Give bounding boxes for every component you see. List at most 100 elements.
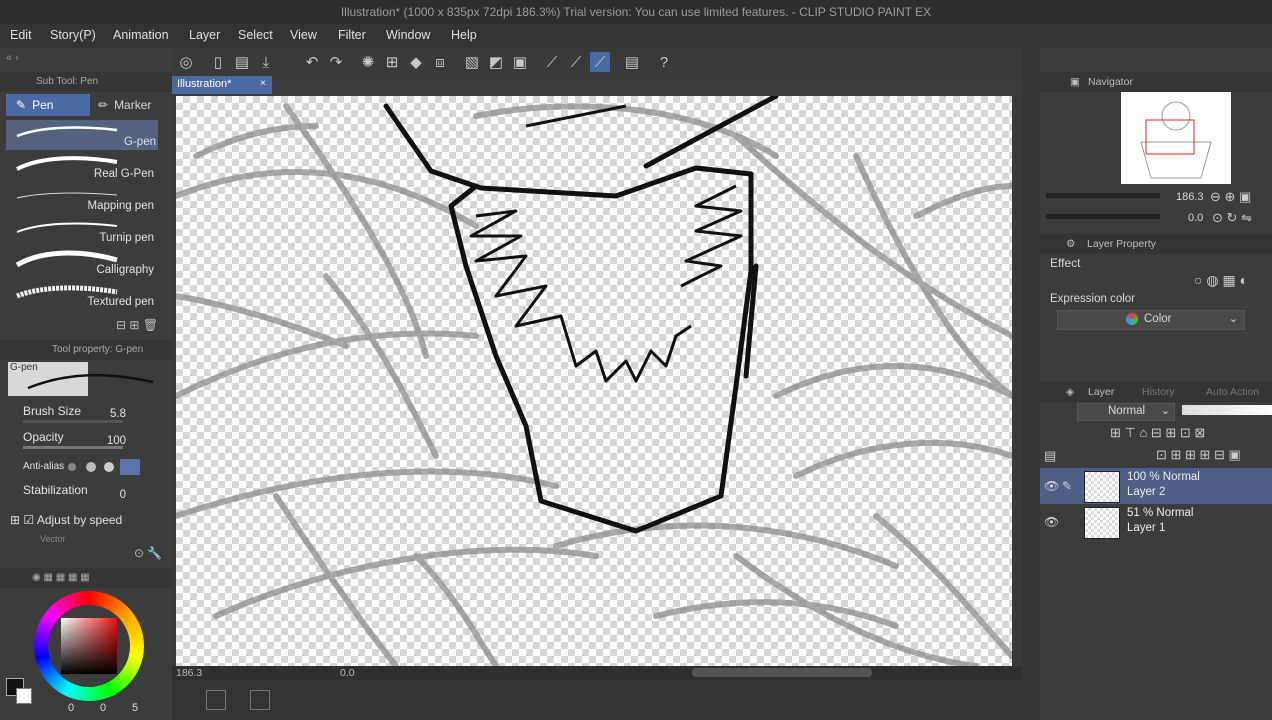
canvas-tab[interactable]: Illustration* × [172,76,272,94]
snap-ruler-icon[interactable]: ⟋ [542,52,562,72]
layer-actions-icons[interactable]: ⊡ ⊞ ⊞ ⊞ ⊟ ▣ [1156,447,1241,463]
tablet-icon[interactable]: ▤ [622,52,642,72]
menu-view[interactable]: View [290,28,317,42]
open-file-icon[interactable]: ▤ [232,52,252,72]
layer-row-layer-1[interactable]: 👁 51 % Normal Layer 1 [1040,504,1272,540]
timeline-icon[interactable] [206,690,226,710]
brush-calligraphy[interactable]: Calligraphy [6,248,156,278]
brush-name: Turnip pen [99,232,154,244]
color-wheel[interactable] [34,591,144,701]
menu-filter[interactable]: Filter [338,28,366,42]
checkbox-icon[interactable]: ⊞ ☑ [10,513,34,527]
canvas-tab-label: Illustration* [177,78,232,90]
eye-icon[interactable]: 👁 [1044,479,1059,493]
layer-list-toggle-icon[interactable]: ▤ [1044,448,1056,464]
sub-color-swatch[interactable] [16,688,32,704]
brush-size-slider[interactable] [23,420,123,423]
brush-g-pen[interactable]: G-pen [6,120,158,150]
edit-pen-icon[interactable]: ✎ [1062,479,1072,493]
marker-icon: ✏ [98,98,109,112]
rotate-controls-icon[interactable]: ⊙ ↻ ⇋ [1212,210,1252,226]
wrench-icon[interactable]: 🔧 [147,546,162,560]
tab-marker[interactable]: ✏ Marker [88,94,172,116]
navigator-zoom-slider[interactable] [1046,193,1160,198]
layer-thumbnail [1084,471,1120,503]
chevron-down-icon: ⌄ [1160,405,1170,417]
settings-icon[interactable]: ⊙ [134,546,144,560]
canvas-zoom-readout[interactable]: 186.3 [176,667,202,679]
menu-window[interactable]: Window [386,28,430,42]
invert-selection-icon[interactable]: ◩ [486,52,506,72]
layer-opacity-slider[interactable] [1182,405,1272,415]
tab-history[interactable]: History [1142,386,1175,398]
brush-turnip-pen[interactable]: Turnip pen [6,216,156,246]
stabilization-value[interactable]: 0 [110,489,126,501]
eye-icon[interactable]: 👁 [1044,515,1059,529]
antialias-options[interactable] [68,459,144,475]
blend-mode-select[interactable]: Normal ⌄ [1077,403,1175,421]
snap-grid-icon[interactable]: ⟋ [590,52,610,72]
brush-textured-pen[interactable]: Textured pen [6,280,156,310]
subtool-header: Sub Tool: Pen [0,72,172,92]
drawing-canvas[interactable] [176,96,1012,666]
navigator-preview[interactable] [1121,92,1231,184]
zoom-controls-icon[interactable]: ⊖ ⊕ ▣ [1210,189,1251,205]
opacity-label: Opacity [23,430,64,444]
expression-color-select[interactable]: Color ⌄ [1057,310,1245,330]
color-value-v[interactable]: 5 [132,702,138,714]
blend-mode-value: Normal [1108,405,1146,417]
help-icon[interactable]: ? [654,52,674,72]
color-value-h[interactable]: 0 [68,702,74,714]
horizontal-scrollbar[interactable] [692,668,872,677]
clear-outside-icon[interactable]: ⊞ [382,52,402,72]
layer-tools-icons[interactable]: ⊞ ⊤ ⌂ ⊟ ⊞ ⊡ ⊠ [1110,425,1205,441]
undo-icon[interactable]: ↶ [302,52,322,72]
brush-size-value[interactable]: 5.8 [100,408,126,420]
saturation-square[interactable] [61,618,117,674]
navigator-rotation-value[interactable]: 0.0 [1188,212,1203,224]
navigator-rotate-slider[interactable] [1046,214,1160,219]
save-icon[interactable]: ⤓ [256,52,276,72]
delete-subtool-icon[interactable]: 🗑 [143,318,158,332]
tab-pen[interactable]: ✎ Pen [6,94,90,116]
tab-layer[interactable]: Layer [1088,386,1114,398]
brush-real-g-pen[interactable]: Real G-Pen [6,152,156,182]
animation-cels-icon[interactable] [250,690,270,710]
subtool-title: Sub Tool: Pen [36,76,99,87]
menu-select[interactable]: Select [238,28,273,42]
layer-row-layer-2[interactable]: 👁 ✎ 100 % Normal Layer 2 [1040,468,1272,504]
navigator-title: Navigator [1088,76,1133,88]
canvas-rotation-readout[interactable]: 0.0 [340,667,355,679]
menu-help[interactable]: Help [451,28,477,42]
fill-icon[interactable]: ◆ [406,52,426,72]
create-subtool-icon[interactable]: ⊞ [129,318,139,332]
deselect-icon[interactable]: ▧ [462,52,482,72]
close-tab-icon[interactable]: × [260,78,266,89]
color-wheel-tab-icon[interactable]: ◉ ▦ ▦ ▦ ▦ [32,572,90,583]
opacity-slider[interactable] [23,446,123,449]
show-selection-icon[interactable]: ▣ [510,52,530,72]
snap-special-ruler-icon[interactable]: ⟋ [566,52,586,72]
clear-icon[interactable]: ✺ [358,52,378,72]
clip-studio-icon[interactable]: ◎ [176,52,196,72]
effect-icons[interactable]: ○ ◍ ▦ ◐ [1194,272,1248,289]
copy-subtool-icon[interactable]: ⊟ [116,318,126,332]
menu-animation[interactable]: Animation [113,28,169,42]
tab-pen-label: Pen [32,98,54,112]
brush-mapping-pen[interactable]: Mapping pen [6,184,156,214]
canvas-artwork [176,96,1012,666]
navigator-zoom-value[interactable]: 186.3 [1176,191,1204,203]
collapse-left-icon[interactable]: « ‹ [6,52,19,64]
menu-edit[interactable]: Edit [10,28,32,42]
transform-icon[interactable]: ⧈ [430,52,450,72]
layer-property-title: Layer Property [1087,238,1156,250]
adjust-by-speed-row[interactable]: ⊞ ☑ Adjust by speed [10,513,122,527]
tab-auto-action[interactable]: Auto Action [1206,386,1259,398]
right-dock-gap [1022,48,1040,720]
new-file-icon[interactable]: ▯ [208,52,228,72]
redo-icon[interactable]: ↷ [326,52,346,72]
menu-story[interactable]: Story(P) [50,28,96,42]
menu-layer[interactable]: Layer [189,28,220,42]
brush-name: G-pen [124,136,156,148]
color-value-s[interactable]: 0 [100,702,106,714]
